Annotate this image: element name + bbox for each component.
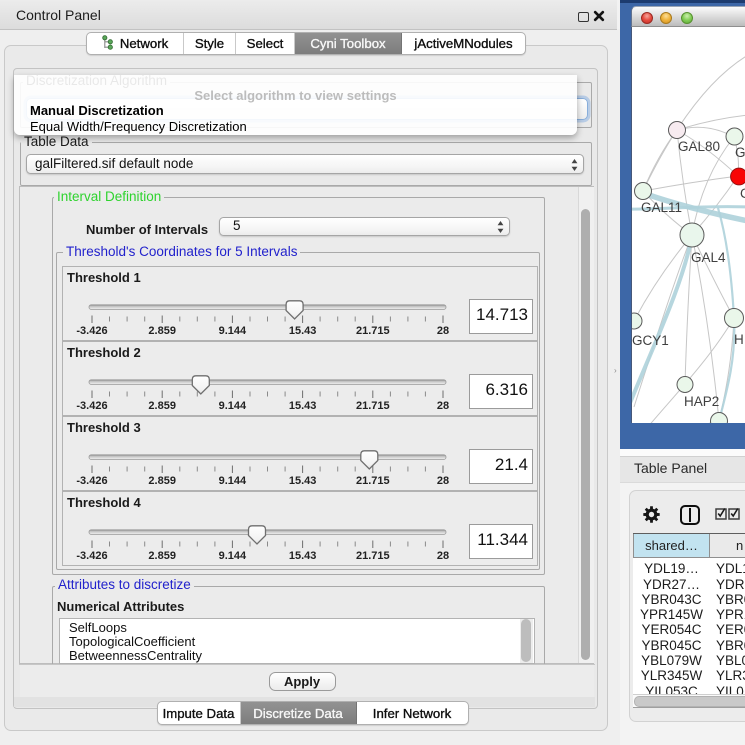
svg-text:21.715: 21.715: [356, 475, 390, 487]
svg-text:9.144: 9.144: [219, 550, 247, 562]
svg-text:28: 28: [437, 550, 449, 562]
svg-text:GAL4: GAL4: [691, 250, 726, 265]
svg-text:-3.426: -3.426: [76, 550, 107, 562]
svg-text:9.144: 9.144: [219, 475, 247, 487]
svg-text:15.43: 15.43: [289, 325, 317, 337]
svg-text:15.43: 15.43: [289, 400, 317, 412]
svg-text:H: H: [734, 332, 744, 347]
svg-text:21.715: 21.715: [356, 550, 390, 562]
svg-text:C: C: [740, 186, 745, 201]
svg-text:9.144: 9.144: [219, 400, 247, 412]
svg-text:15.43: 15.43: [289, 550, 317, 562]
svg-text:2.859: 2.859: [148, 550, 176, 562]
svg-text:2.859: 2.859: [148, 475, 176, 487]
svg-text:GCY1: GCY1: [632, 333, 669, 348]
svg-text:28: 28: [437, 325, 449, 337]
svg-text:GAL: GAL: [735, 145, 745, 160]
svg-text:9.144: 9.144: [219, 325, 247, 337]
svg-text:-3.426: -3.426: [76, 400, 107, 412]
svg-text:GAL80: GAL80: [678, 139, 720, 154]
svg-text:15.43: 15.43: [289, 475, 317, 487]
svg-text:HAP2: HAP2: [684, 394, 719, 409]
svg-text:21.715: 21.715: [356, 400, 390, 412]
svg-text:28: 28: [437, 475, 449, 487]
svg-text:2.859: 2.859: [148, 400, 176, 412]
svg-text:2.859: 2.859: [148, 325, 176, 337]
svg-text:-3.426: -3.426: [76, 475, 107, 487]
svg-text:21.715: 21.715: [356, 325, 390, 337]
svg-text:GAL11: GAL11: [641, 200, 682, 215]
svg-text:-3.426: -3.426: [76, 325, 107, 337]
svg-text:28: 28: [437, 400, 449, 412]
